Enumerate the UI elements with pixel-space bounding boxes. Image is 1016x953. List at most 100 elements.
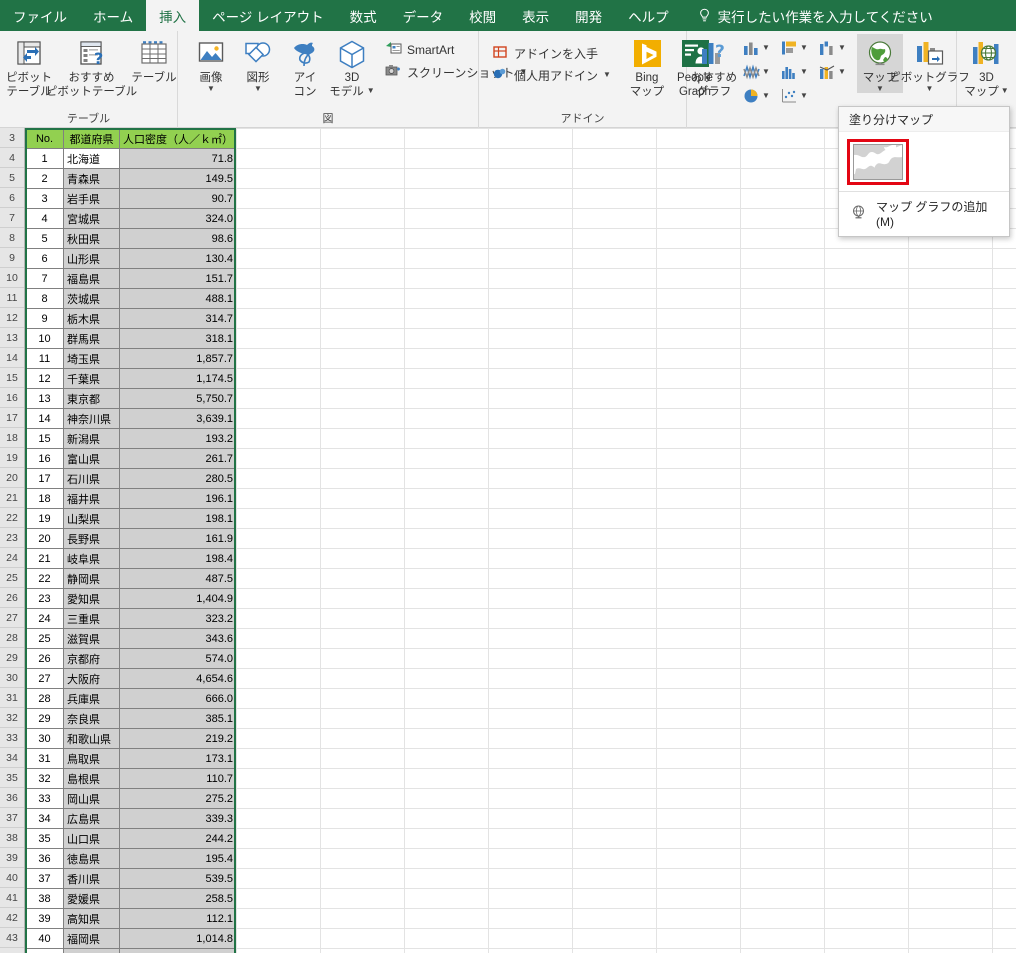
row-header-35[interactable]: 35 — [0, 768, 24, 788]
bar-chart-button[interactable]: ▼ — [779, 38, 817, 58]
cell-density[interactable]: 574.0 — [119, 648, 237, 669]
table-row[interactable]: 4 宮城県 324.0 — [25, 208, 237, 229]
cell-density[interactable]: 318.1 — [119, 328, 237, 349]
ribbon-tab-0[interactable]: ファイル — [0, 0, 80, 31]
my-addins-caret-icon[interactable]: ▼ — [603, 71, 611, 79]
row-header-34[interactable]: 34 — [0, 748, 24, 768]
cell-density[interactable]: 666.0 — [119, 688, 237, 709]
table-row[interactable]: 8 茨城県 488.1 — [25, 288, 237, 309]
cell-prefecture[interactable]: 石川県 — [63, 468, 120, 489]
cell-no[interactable]: 21 — [25, 548, 64, 569]
row-header-12[interactable]: 12 — [0, 308, 24, 328]
cell-prefecture[interactable]: 和歌山県 — [63, 728, 120, 749]
row-header-28[interactable]: 28 — [0, 628, 24, 648]
row-header-4[interactable]: 4 — [0, 148, 24, 168]
table-row[interactable]: 1 北海道 71.8 — [25, 148, 237, 169]
cell-density[interactable]: 90.7 — [119, 188, 237, 209]
cell-prefecture[interactable]: 宮城県 — [63, 208, 120, 229]
cell-no[interactable]: 32 — [25, 768, 64, 789]
cell-prefecture[interactable]: 徳島県 — [63, 848, 120, 869]
active-cell[interactable]: 北海道 — [63, 148, 120, 169]
row-header-9[interactable]: 9 — [0, 248, 24, 268]
cell-density[interactable]: 1,857.7 — [119, 348, 237, 369]
row-header-33[interactable]: 33 — [0, 728, 24, 748]
row-header-20[interactable]: 20 — [0, 468, 24, 488]
table-row[interactable]: 38 愛媛県 258.5 — [25, 888, 237, 909]
cell-density[interactable]: 343.6 — [119, 628, 237, 649]
row-header-30[interactable]: 30 — [0, 668, 24, 688]
cell-no[interactable]: 18 — [25, 488, 64, 509]
table-row[interactable]: 21 岐阜県 198.4 — [25, 548, 237, 569]
table-row[interactable]: 6 山形県 130.4 — [25, 248, 237, 269]
table-row[interactable]: 36 徳島県 195.4 — [25, 848, 237, 869]
table-row[interactable]: 22 静岡県 487.5 — [25, 568, 237, 589]
cell-prefecture[interactable]: 富山県 — [63, 448, 120, 469]
cell-no[interactable]: 3 — [25, 188, 64, 209]
cell-no[interactable]: 23 — [25, 588, 64, 609]
cell-prefecture[interactable]: 兵庫県 — [63, 688, 120, 709]
cell-prefecture[interactable]: 島根県 — [63, 768, 120, 789]
row-header-43[interactable]: 43 — [0, 928, 24, 948]
cell-prefecture[interactable]: 山形県 — [63, 248, 120, 269]
ribbon-tab-2[interactable]: 挿入 — [146, 0, 200, 31]
ribbon-tab-8[interactable]: 開発 — [562, 0, 615, 31]
cell-density[interactable]: 5,750.7 — [119, 388, 237, 409]
row-header-21[interactable]: 21 — [0, 488, 24, 508]
cell-prefecture[interactable]: 高知県 — [63, 908, 120, 929]
cell-density[interactable]: 339.3 — [119, 808, 237, 829]
cell-prefecture[interactable]: 佐賀県 — [63, 948, 120, 953]
table-row[interactable]: 40 福岡県 1,014.8 — [25, 928, 237, 949]
cell-no[interactable]: 13 — [25, 388, 64, 409]
row-header-38[interactable]: 38 — [0, 828, 24, 848]
cell-no[interactable]: 20 — [25, 528, 64, 549]
cell-no[interactable]: 28 — [25, 688, 64, 709]
cell-density[interactable]: 195.4 — [119, 848, 237, 869]
cell-no[interactable]: 25 — [25, 628, 64, 649]
cell-no[interactable]: 31 — [25, 748, 64, 769]
cell-no[interactable]: 14 — [25, 408, 64, 429]
recommended-pivot-table-button[interactable]: ? おすすめ ピボットテーブル — [46, 34, 137, 98]
cell-prefecture[interactable]: 秋田県 — [63, 228, 120, 249]
cell-prefecture[interactable]: 山梨県 — [63, 508, 120, 529]
table-row[interactable]: 27 大阪府 4,654.6 — [25, 668, 237, 689]
cell-density[interactable]: 488.1 — [119, 288, 237, 309]
table-row[interactable]: 18 福井県 196.1 — [25, 488, 237, 509]
cell-no[interactable]: 10 — [25, 328, 64, 349]
ribbon-tab-1[interactable]: ホーム — [80, 0, 146, 31]
cell-prefecture[interactable]: 三重県 — [63, 608, 120, 629]
cell-prefecture[interactable]: 福島県 — [63, 268, 120, 289]
cell-density[interactable]: 314.7 — [119, 308, 237, 329]
cell-no[interactable]: 36 — [25, 848, 64, 869]
table-row[interactable]: 37 香川県 539.5 — [25, 868, 237, 889]
cell-prefecture[interactable]: 新潟県 — [63, 428, 120, 449]
table-row[interactable]: 29 奈良県 385.1 — [25, 708, 237, 729]
cell-density[interactable]: 110.7 — [119, 768, 237, 789]
cell-density[interactable]: 173.1 — [119, 748, 237, 769]
cell-prefecture[interactable]: 香川県 — [63, 868, 120, 889]
cell-density[interactable]: 280.5 — [119, 468, 237, 489]
row-header-16[interactable]: 16 — [0, 388, 24, 408]
add-map-chart-menu-item[interactable]: マップ グラフの追加(M) — [839, 192, 1009, 236]
column-chart-button[interactable]: ▼ — [741, 38, 779, 58]
cell-no[interactable]: 8 — [25, 288, 64, 309]
my-addins-button[interactable]: 個人用アドイン ▼ — [487, 64, 616, 86]
row-header-41[interactable]: 41 — [0, 888, 24, 908]
cell-no[interactable]: 17 — [25, 468, 64, 489]
table-row[interactable]: 30 和歌山県 219.2 — [25, 728, 237, 749]
cell-prefecture[interactable]: 福岡県 — [63, 928, 120, 949]
row-header-37[interactable]: 37 — [0, 808, 24, 828]
cell-no[interactable]: 27 — [25, 668, 64, 689]
cell-prefecture[interactable]: 鳥取県 — [63, 748, 120, 769]
cell-prefecture[interactable]: 群馬県 — [63, 328, 120, 349]
cell-density[interactable]: 149.5 — [119, 168, 237, 189]
cell-no[interactable]: 2 — [25, 168, 64, 189]
table-row[interactable]: 7 福島県 151.7 — [25, 268, 237, 289]
cell-prefecture[interactable]: 岡山県 — [63, 788, 120, 809]
table-row[interactable]: 35 山口県 244.2 — [25, 828, 237, 849]
table-row[interactable]: 31 鳥取県 173.1 — [25, 748, 237, 769]
table-row[interactable]: 2 青森県 149.5 — [25, 168, 237, 189]
cell-prefecture[interactable]: 愛知県 — [63, 588, 120, 609]
cell-density[interactable]: 385.1 — [119, 708, 237, 729]
cell-prefecture[interactable]: 大阪府 — [63, 668, 120, 689]
cell-density[interactable]: 355.1 — [119, 948, 237, 953]
